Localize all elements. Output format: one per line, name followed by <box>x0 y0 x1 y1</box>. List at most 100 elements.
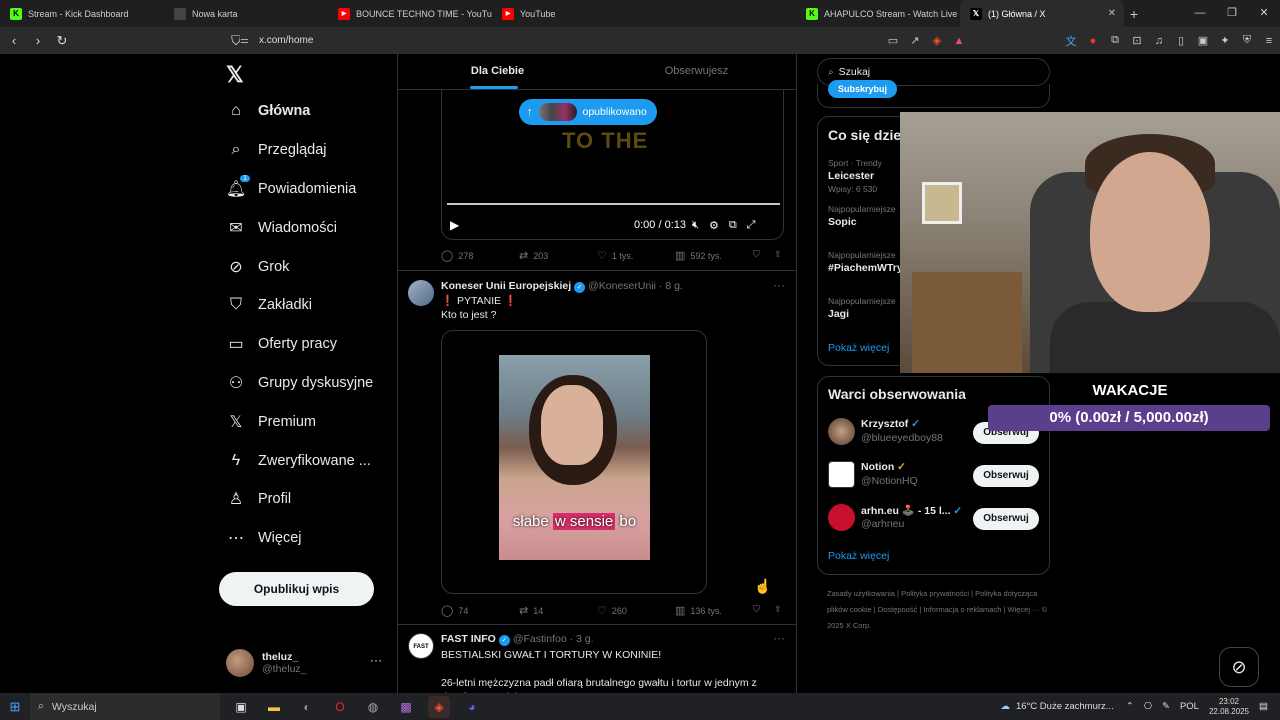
nav-item-person[interactable]: ♙ Profil <box>226 480 373 519</box>
site-settings-icon[interactable]: ⚌ <box>240 35 249 46</box>
more-icon[interactable]: ··· <box>773 278 785 292</box>
play-icon[interactable]: ▶ <box>450 218 459 232</box>
tab-following[interactable]: Obserwujesz <box>597 54 796 89</box>
brave-shield-icon[interactable]: ◈ <box>926 34 948 47</box>
sidebar-toggle-icon[interactable]: ▯ <box>1170 34 1192 47</box>
network-icon[interactable]: ⎔ <box>1144 701 1152 712</box>
post-time[interactable]: · 3 g. <box>570 633 594 645</box>
close-tab-icon[interactable]: ✕ <box>1108 8 1116 19</box>
repost-action[interactable]: ⇄ 203 <box>519 249 548 262</box>
vpn-icon[interactable]: ⛨ <box>1236 34 1258 47</box>
reply-action[interactable]: ◯ 278 <box>441 249 473 262</box>
media-icon[interactable]: ♫ <box>1148 35 1170 47</box>
pen-icon[interactable]: ✎ <box>1162 701 1170 712</box>
follow-button[interactable]: Obserwuj <box>973 508 1039 530</box>
browser-tab[interactable]: K Stream - Kick Dashboard <box>0 0 164 27</box>
follow-suggestion[interactable]: arhn.eu 🕹️ - 15 l... ✓ @arhneu Obserwuj <box>828 504 1041 534</box>
pip-icon[interactable]: ⧉ <box>729 219 737 232</box>
follow-suggestion[interactable]: Notion ✓ @NotionHQ Obserwuj <box>828 461 1041 491</box>
like-action[interactable]: ♡ 260 <box>597 604 627 617</box>
screenshot-icon[interactable]: ⊡ <box>1126 34 1148 47</box>
show-more-trends[interactable]: Pokaż więcej <box>828 342 889 354</box>
views-action[interactable]: ▥ 592 tys. <box>675 249 722 262</box>
leo-icon[interactable]: ✦ <box>1214 34 1236 47</box>
url-field[interactable]: ⚌ x.com/home <box>240 30 960 51</box>
notifications-icon[interactable]: ▤ <box>1259 701 1268 712</box>
browser-tab[interactable]: Nowa karta <box>164 0 328 27</box>
file-explorer-icon[interactable]: ▬ <box>263 696 285 718</box>
new-tab-icon[interactable]: + <box>1124 6 1144 22</box>
extensions-icon[interactable]: ⧉ <box>1104 34 1126 47</box>
close-window-icon[interactable]: ✕ <box>1248 0 1280 27</box>
nav-item-grok[interactable]: ⊘ Grok <box>226 247 373 286</box>
nav-item-briefcase[interactable]: ▭ Oferty pracy <box>226 325 373 364</box>
avatar[interactable] <box>828 504 855 531</box>
chevron-up-icon[interactable]: ⌃ <box>1126 701 1134 712</box>
app-icon[interactable]: ◍ <box>362 696 384 718</box>
post-author-handle[interactable]: @KoneserUnii <box>588 280 656 292</box>
rewards-icon[interactable]: ▲ <box>948 35 970 47</box>
share-icon[interactable]: ⇪ <box>774 604 782 615</box>
menu-icon[interactable]: ≡ <box>1258 35 1280 47</box>
post-time[interactable]: · 8 g. <box>659 280 683 292</box>
nav-item-search[interactable]: ⌕ Przeglądaj <box>226 131 373 170</box>
share-icon[interactable]: ⇪ <box>774 249 782 260</box>
mute-icon[interactable]: 🔇︎ <box>692 219 699 232</box>
trend-item[interactable]: Sport · Trendy Leicester Wpisy: 6 530 <box>828 157 882 196</box>
post-author-handle[interactable]: @Fastinfoo <box>513 633 567 645</box>
bookmark-icon[interactable]: ⛉ <box>753 249 760 260</box>
back-icon[interactable]: ‹ <box>4 33 24 48</box>
nav-item-lightning[interactable]: ϟ Zweryfikowane ... <box>226 441 373 480</box>
post-author-name[interactable]: FAST INFO <box>441 633 496 645</box>
task-view-icon[interactable]: ▣ <box>230 696 252 718</box>
repost-action[interactable]: ⇄ 14 <box>519 604 543 617</box>
browser-tab[interactable]: ▶ BOUNCE TECHNO TIME - YouTube <box>328 0 492 27</box>
grok-button[interactable]: ⊘ <box>1219 647 1259 687</box>
subscribe-button[interactable]: Subskrybuj <box>828 80 898 98</box>
browser-tab[interactable]: K AHAPULCO Stream - Watch Live on K <box>796 0 960 27</box>
trend-item[interactable]: Najpopularniejsze Sopic <box>828 203 896 229</box>
browser-tab[interactable]: 𝕏 (1) Główna / X ✕ <box>960 0 1124 27</box>
translate-icon[interactable]: 文 <box>1060 33 1082 49</box>
weather-widget[interactable]: ☁ 16°C Duże zachmurz... <box>1000 701 1113 712</box>
show-more-follow[interactable]: Pokaż więcej <box>828 550 889 562</box>
nav-item-bookmark[interactable]: ⛉ Zakładki <box>226 286 373 325</box>
nav-item-home[interactable]: ⌂ Główna <box>226 92 373 131</box>
more-icon[interactable]: ··· <box>773 631 785 645</box>
new-posts-pill[interactable]: ↑ opublikowano <box>519 99 657 125</box>
restore-icon[interactable]: ❐ <box>1216 0 1248 27</box>
opera-icon[interactable]: O <box>329 696 351 718</box>
avatar[interactable] <box>408 280 434 306</box>
views-action[interactable]: ▥ 136 tys. <box>675 604 722 617</box>
avatar[interactable]: FAST <box>408 633 434 659</box>
discord-icon[interactable]: ◕ <box>461 696 483 718</box>
clock[interactable]: 23:02 22.08.2025 <box>1209 697 1249 717</box>
settings-icon[interactable]: ⚙ <box>709 219 719 232</box>
wallet-icon[interactable]: ▣ <box>1192 34 1214 47</box>
footer-links[interactable]: Zasady użytkowania | Polityka prywatnośc… <box>827 586 1057 634</box>
more-icon[interactable]: ··· <box>370 653 382 667</box>
avatar[interactable] <box>828 418 855 445</box>
forward-icon[interactable]: › <box>28 33 48 48</box>
brave-icon[interactable]: ◈ <box>428 695 450 718</box>
video-progress-bar[interactable] <box>447 203 780 205</box>
taskbar-search[interactable]: ⌕ Wyszukaj <box>30 693 220 720</box>
share-icon[interactable]: ↗ <box>904 34 926 47</box>
reply-action[interactable]: ◯ 74 <box>441 604 468 617</box>
tab-for-you[interactable]: Dla Ciebie <box>398 54 597 89</box>
follow-button[interactable]: Obserwuj <box>973 465 1039 487</box>
minimize-icon[interactable]: — <box>1184 0 1216 27</box>
nav-item-mail[interactable]: ✉ Wiadomości <box>226 208 373 247</box>
app-icon[interactable]: ▩ <box>395 696 417 718</box>
trend-item[interactable]: Najpopularniejsze #PiachemWTry <box>828 249 903 275</box>
nav-item-people[interactable]: ⚇ Grupy dyskusyjne <box>226 364 373 403</box>
nav-item-more-circle[interactable]: ⋯ Więcej <box>226 519 373 558</box>
cast-icon[interactable]: ▭ <box>882 34 904 47</box>
post-video[interactable]: słabe w sensie bo <box>441 330 707 594</box>
extension-red-icon[interactable]: ● <box>1082 35 1104 47</box>
browser-tab[interactable]: ▶ YouTube <box>492 0 656 27</box>
nav-item-x-premium[interactable]: 𝕏 Premium <box>226 402 373 441</box>
post-button[interactable]: Opublikuj wpis <box>219 572 374 606</box>
trend-item[interactable]: Najpopularniejsze Jagi <box>828 295 896 321</box>
x-logo-icon[interactable]: 𝕏 <box>226 62 244 88</box>
